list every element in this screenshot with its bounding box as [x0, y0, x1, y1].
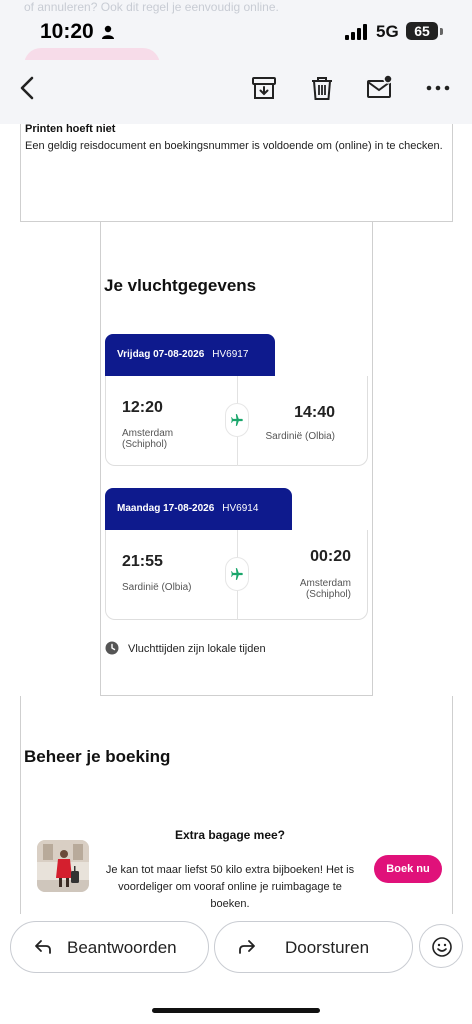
- forward-label: Doorsturen: [285, 938, 370, 957]
- signal-icon: [345, 24, 367, 40]
- print-info-box: Printen hoeft niet Een geldig reisdocume…: [20, 124, 453, 222]
- baggage-text: Je kan tot maar liefst 50 kilo extra bij…: [105, 864, 355, 910]
- traveler-image: [37, 840, 89, 892]
- flight-times: 21:55 Sardinië (Olbia) 00:20 Amsterdam (…: [105, 530, 368, 620]
- trash-icon[interactable]: [308, 74, 336, 102]
- forward-icon: [239, 940, 255, 954]
- flight-header: Maandag 17-08-2026 HV6914: [105, 488, 292, 530]
- battery-level: 65: [414, 23, 430, 39]
- plane-badge: [225, 403, 249, 437]
- arrival-time: 00:20: [310, 548, 351, 565]
- plane-badge: [225, 557, 249, 591]
- battery-icon: 65: [406, 22, 438, 40]
- arrival-city: Sardinië (Olbia): [265, 431, 335, 442]
- print-info-title: Printen hoeft niet: [25, 124, 116, 135]
- print-info-text: Een geldig reisdocument en boekingsnumme…: [25, 140, 443, 152]
- flight-number: HV6917: [212, 349, 249, 360]
- plane-icon: [231, 414, 243, 426]
- departure-airport: (Schiphol): [122, 439, 168, 450]
- network-type: 5G: [376, 22, 399, 41]
- arrival-airport: (Schiphol): [305, 589, 351, 600]
- plane-icon: [231, 568, 243, 580]
- local-time-text: Vluchttijden zijn lokale tijden: [128, 643, 266, 655]
- emoji-reaction-button[interactable]: [419, 924, 463, 968]
- flight-header: Vrijdag 07-08-2026 HV6917: [105, 334, 275, 376]
- email-toolbar: [0, 60, 472, 124]
- flight-date: Vrijdag 07-08-2026: [117, 349, 205, 360]
- focus-person-icon: [102, 25, 114, 39]
- departure-time: 21:55: [122, 553, 163, 570]
- flight-details-title: Je vluchtgegevens: [104, 276, 257, 295]
- battery-tip: [440, 28, 443, 35]
- mark-unread-icon[interactable]: [366, 74, 394, 102]
- reply-button[interactable]: Beantwoorden: [10, 921, 209, 973]
- book-now-button[interactable]: Boek nu: [374, 855, 442, 883]
- reply-icon: [35, 940, 51, 954]
- departure-city: Amsterdam: [122, 428, 174, 439]
- clock-icon: [105, 641, 119, 655]
- archive-icon[interactable]: [250, 74, 278, 102]
- arrival-city: Amsterdam: [299, 578, 351, 589]
- bottom-action-bar: Beantwoorden Doorsturen: [0, 914, 472, 1024]
- home-indicator: [152, 1008, 320, 1013]
- smiley-icon: [432, 937, 452, 957]
- back-icon[interactable]: [14, 74, 42, 102]
- email-body: Printen hoeft niet Een geldig reisdocume…: [0, 124, 472, 914]
- flight-times: 12:20 Amsterdam (Schiphol) 14:40 Sardini…: [105, 376, 368, 466]
- more-icon[interactable]: [424, 74, 452, 102]
- reply-label: Beantwoorden: [67, 938, 177, 957]
- background-peek-text: of annuleren? Ook dit regel je eenvoudig…: [24, 0, 279, 14]
- manage-booking-title: Beheer je boeking: [24, 747, 171, 766]
- flight-date: Maandag 17-08-2026: [117, 503, 215, 514]
- baggage-photo: [37, 840, 89, 892]
- forward-button[interactable]: Doorsturen: [214, 921, 413, 973]
- flight-number: HV6914: [222, 503, 259, 514]
- departure-city: Sardinië (Olbia): [122, 582, 192, 593]
- arrival-time: 14:40: [294, 404, 335, 421]
- departure-time: 12:20: [122, 399, 163, 416]
- status-time: 10:20: [40, 20, 94, 43]
